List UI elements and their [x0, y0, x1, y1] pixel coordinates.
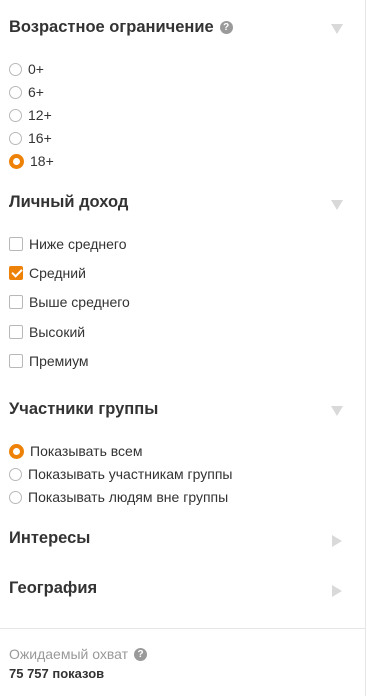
checkbox-income-above[interactable]: Выше среднего [9, 293, 130, 311]
radio-age-6[interactable]: 6+ [9, 83, 44, 101]
panel-border [365, 0, 366, 696]
radio-label: 18+ [30, 153, 54, 169]
checkbox[interactable] [9, 237, 23, 251]
expected-reach-value: 75 757 показов [9, 666, 105, 681]
section-income-header[interactable]: Личный доход [9, 193, 128, 212]
checkbox[interactable] [9, 325, 23, 339]
checkbox-checked[interactable] [9, 266, 23, 280]
section-geography-header[interactable]: География [9, 579, 97, 598]
chevron-down-icon[interactable] [331, 200, 343, 210]
chevron-right-icon[interactable] [332, 535, 342, 547]
reach-label-text: Ожидаемый охват [9, 646, 129, 662]
checkbox-label: Ниже среднего [29, 236, 127, 252]
radio-age-12[interactable]: 12+ [9, 106, 52, 124]
radio-label: 12+ [28, 107, 52, 123]
chevron-down-icon[interactable] [331, 406, 343, 416]
radio-label: Показывать всем [30, 443, 143, 459]
checkbox-label: Высокий [29, 324, 86, 340]
section-members-title: Участники группы [9, 400, 159, 418]
radio-button[interactable] [9, 85, 22, 99]
checkbox-label: Средний [29, 265, 86, 281]
radio-label: 0+ [28, 61, 44, 77]
radio-button[interactable] [9, 490, 22, 504]
radio-button-checked[interactable] [9, 153, 24, 169]
checkbox-income-premium[interactable]: Премиум [9, 352, 89, 370]
section-age-header[interactable]: Возрастное ограничение ? [9, 18, 233, 37]
checkbox[interactable] [9, 295, 23, 309]
section-interests-title: Интересы [9, 529, 91, 547]
checkbox-label: Премиум [29, 353, 89, 369]
checkbox-income-average[interactable]: Средний [9, 264, 86, 282]
radio-label: 6+ [28, 84, 44, 100]
section-age-title: Возрастное ограничение [9, 18, 214, 36]
radio-button[interactable] [9, 131, 22, 145]
radio-age-0[interactable]: 0+ [9, 60, 44, 78]
expected-reach-label: Ожидаемый охват ? [9, 646, 148, 662]
question-circle-icon[interactable]: ? [219, 21, 233, 34]
radio-age-18[interactable]: 18+ [9, 152, 54, 170]
divider [0, 628, 366, 629]
radio-button-checked[interactable] [9, 443, 24, 459]
section-members-header[interactable]: Участники группы [9, 400, 158, 419]
radio-members-all[interactable]: Показывать всем [9, 442, 142, 460]
radio-button[interactable] [9, 467, 22, 481]
radio-label: Показывать участникам группы [28, 466, 233, 482]
radio-members-outside[interactable]: Показывать людям вне группы [9, 488, 228, 506]
chevron-right-icon[interactable] [332, 585, 342, 597]
checkbox-income-below[interactable]: Ниже среднего [9, 235, 127, 253]
checkbox-label: Выше среднего [29, 294, 130, 310]
chevron-down-icon[interactable] [331, 24, 343, 34]
radio-button[interactable] [9, 108, 22, 122]
checkbox-income-high[interactable]: Высокий [9, 323, 85, 341]
radio-button[interactable] [9, 62, 22, 76]
radio-age-16[interactable]: 16+ [9, 129, 52, 147]
checkbox[interactable] [9, 354, 23, 368]
section-income-title: Личный доход [9, 193, 129, 211]
question-circle-icon[interactable]: ? [134, 647, 148, 661]
section-interests-header[interactable]: Интересы [9, 529, 90, 548]
section-geography-title: География [9, 579, 98, 597]
radio-label: Показывать людям вне группы [28, 489, 229, 505]
radio-label: 16+ [28, 130, 52, 146]
radio-members-members[interactable]: Показывать участникам группы [9, 465, 232, 483]
